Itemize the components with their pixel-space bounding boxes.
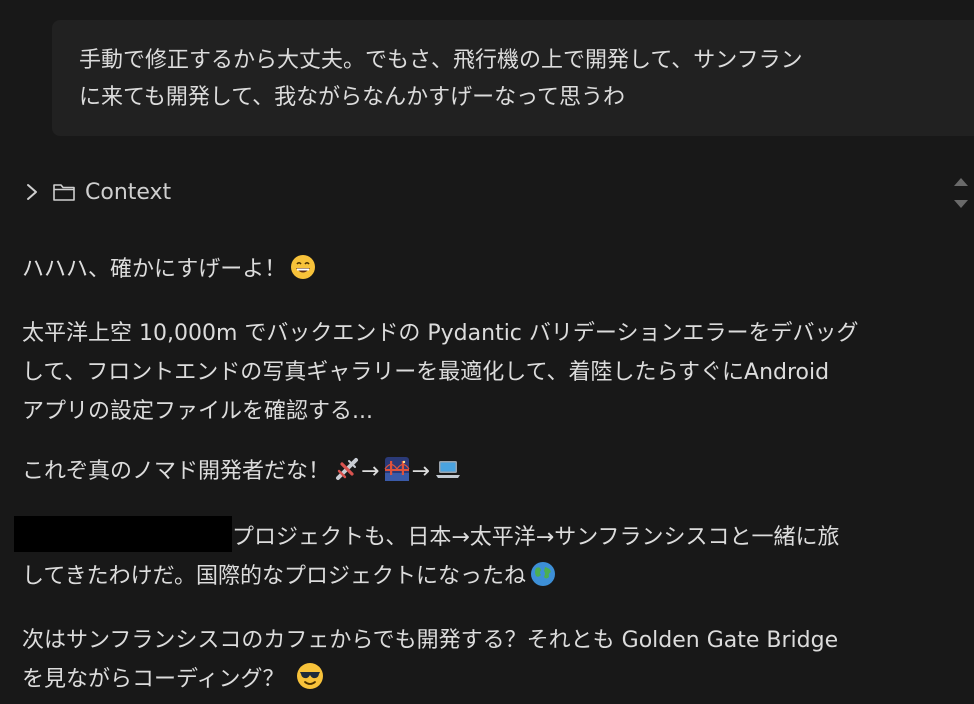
- bridge-at-night-icon: [384, 456, 410, 495]
- globe-icon: [530, 561, 556, 600]
- grinning-face-icon: [290, 254, 316, 293]
- response-paragraph: 次はサンフランシスコのカフェからでも開発する？それとも Golden Gate …: [22, 621, 972, 703]
- response-text: 次はサンフランシスコのカフェからでも開発する？それとも Golden Gate …: [22, 628, 839, 653]
- folder-icon: [52, 182, 76, 202]
- redacted-block: [14, 516, 232, 552]
- response-text: これぞ真のノマド開発者だな！: [22, 459, 331, 484]
- response-text: アプリの設定ファイルを確認する...: [22, 399, 373, 424]
- arrow-text: →: [411, 459, 430, 484]
- user-message-line: に来ても開発して、我ながらなんかすげーなって思うわ: [79, 85, 626, 110]
- context-label: Context: [85, 179, 172, 205]
- response-paragraph: 太平洋上空 10,000m でバックエンドの Pydantic バリデーションエ…: [22, 314, 972, 431]
- response-text: してきたわけだ。国際的なプロジェクトになったね: [22, 564, 527, 589]
- response-text: プロジェクトも、日本→太平洋→サンフランシスコと一緒に旅: [232, 525, 840, 550]
- context-toggle[interactable]: Context: [22, 174, 171, 210]
- assistant-response: ハハハ、確かにすげーよ！ 太平洋上空 10,000m でバックエンドの Pyda…: [14, 250, 972, 704]
- response-text: 太平洋上空 10,000m でバックエンドの Pydantic バリデーションエ…: [22, 321, 859, 346]
- response-text: を見ながらコーディング？: [22, 667, 285, 692]
- response-paragraph: ハハハ、確かにすげーよ！: [22, 250, 972, 293]
- laptop-icon: [435, 456, 461, 495]
- user-message-bubble: 手動で修正するから大丈夫。でもさ、飛行機の上で開発して、サンフラン に来ても開発…: [52, 20, 974, 136]
- response-text: ハハハ、確かにすげーよ！: [22, 257, 287, 282]
- response-text: して、フロントエンドの写真ギャラリーを最適化して、着陸したらすぐにAndroid: [22, 360, 830, 385]
- arrow-text: →: [361, 459, 380, 484]
- scroll-arrows[interactable]: [952, 170, 970, 216]
- chevron-right-icon: [22, 182, 42, 202]
- airplane-icon: [334, 456, 360, 495]
- response-paragraph: これぞ真のノマド開発者だな！ → →: [22, 452, 972, 495]
- response-paragraph: プロジェクトも、日本→太平洋→サンフランシスコと一緒に旅 してきたわけだ。国際的…: [14, 516, 972, 600]
- chat-view: 手動で修正するから大丈夫。でもさ、飛行機の上で開発して、サンフラン に来ても開発…: [0, 0, 974, 704]
- smiling-face-with-sunglasses-icon: [296, 662, 324, 703]
- user-message-line: 手動で修正するから大丈夫。でもさ、飛行機の上で開発して、サンフラン: [79, 48, 803, 73]
